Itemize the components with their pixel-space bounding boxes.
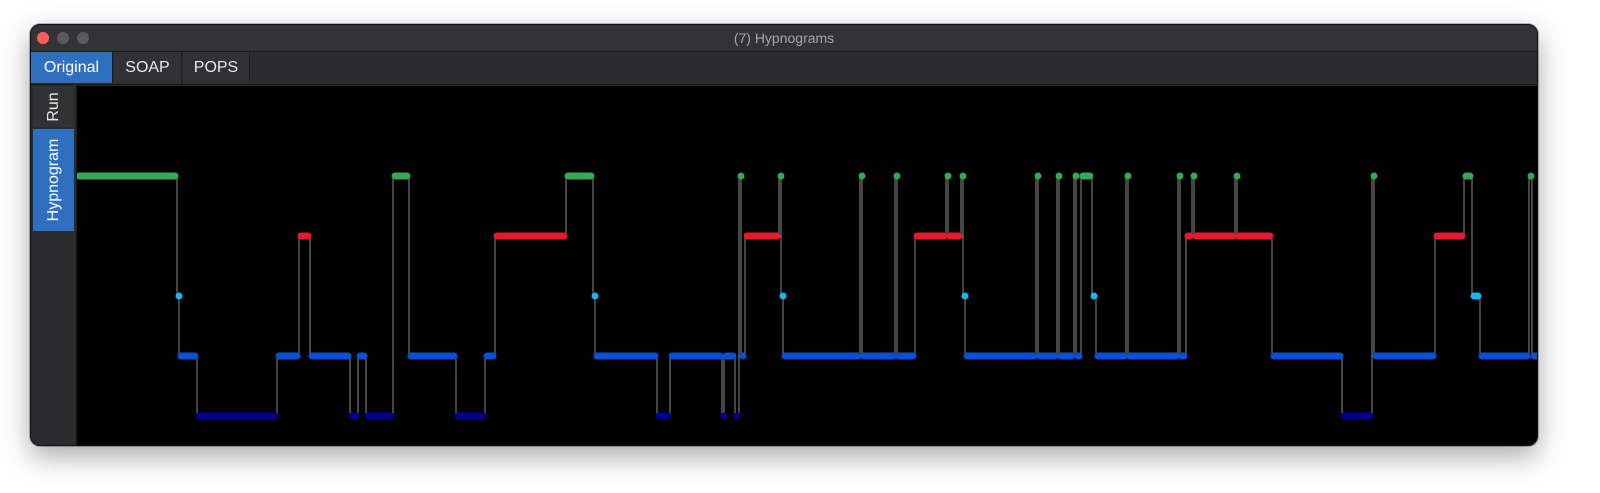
side-tab-run-label: Run: [44, 92, 62, 122]
tab-pops[interactable]: POPS: [183, 52, 250, 83]
window-title: (7) Hypnograms: [733, 30, 835, 46]
tab-original[interactable]: Original: [31, 52, 113, 83]
title-bar[interactable]: (7) Hypnograms: [31, 25, 1537, 52]
hypnogram-chart: [77, 172, 1537, 420]
tab-soap[interactable]: SOAP: [114, 52, 182, 83]
hypnogram-plot[interactable]: [77, 86, 1537, 445]
hypnogram-window: (7) Hypnograms Original SOAP POPS Run Hy…: [30, 24, 1538, 446]
side-tab-run[interactable]: Run: [33, 87, 74, 127]
top-tab-bar: Original SOAP POPS: [31, 52, 1537, 85]
side-tab-hypnogram-label: Hypnogram: [44, 138, 62, 222]
side-tab-bar: Run Hypnogram: [31, 85, 77, 445]
side-tab-hypnogram[interactable]: Hypnogram: [33, 129, 74, 231]
